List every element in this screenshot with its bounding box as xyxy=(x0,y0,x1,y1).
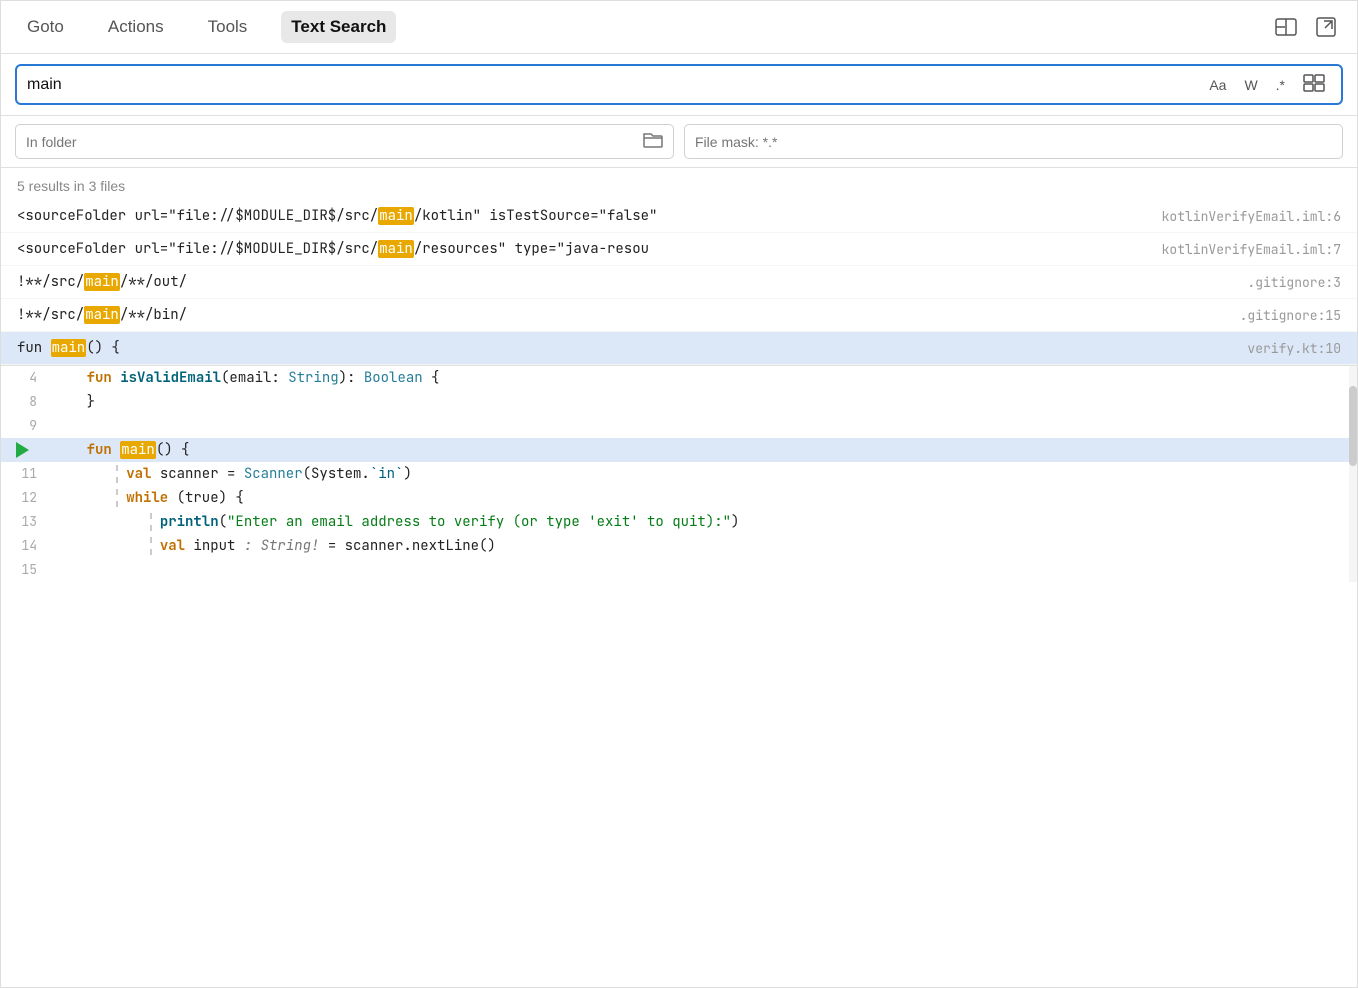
line-number: 4 xyxy=(1,369,53,386)
line-content: fun isValidEmail(email: String): Boolean… xyxy=(53,369,1357,387)
result-file: .gitignore:3 xyxy=(1247,274,1341,291)
code-line-4: 4 fun isValidEmail(email: String): Boole… xyxy=(1,366,1357,390)
search-input[interactable] xyxy=(27,76,1195,94)
code-line-15: 15 xyxy=(1,558,1357,582)
popout-icon[interactable] xyxy=(1311,12,1341,42)
actions-menu[interactable]: Actions xyxy=(98,11,174,43)
result-text: <sourceFolder url="file://$MODULE_DIR$/s… xyxy=(17,240,1146,258)
file-mask-wrapper xyxy=(684,124,1343,159)
result-row[interactable]: <sourceFolder url="file://$MODULE_DIR$/s… xyxy=(1,200,1357,233)
line-number xyxy=(1,441,53,458)
scrollbar-track[interactable] xyxy=(1349,366,1357,582)
results-count-label: 5 results in 3 files xyxy=(17,178,125,194)
folder-input[interactable] xyxy=(26,134,635,150)
top-bar: Goto Actions Tools Text Search xyxy=(1,1,1357,54)
line-content xyxy=(53,417,1357,435)
folder-filter-wrapper xyxy=(15,124,674,159)
result-file: kotlinVerifyEmail.iml:7 xyxy=(1162,241,1341,258)
top-bar-actions xyxy=(1271,12,1341,42)
search-options: Aa W .* xyxy=(1203,72,1331,97)
line-content: val input : String! = scanner.nextLine() xyxy=(53,537,1357,555)
line-content: fun main() { xyxy=(53,441,1357,459)
line-number: 12 xyxy=(1,489,53,506)
results-summary: 5 results in 3 files xyxy=(1,168,1357,200)
line-number: 14 xyxy=(1,537,53,554)
result-row[interactable]: <sourceFolder url="file://$MODULE_DIR$/s… xyxy=(1,233,1357,266)
result-file: verify.kt:10 xyxy=(1247,340,1341,357)
results-list: <sourceFolder url="file://$MODULE_DIR$/s… xyxy=(1,200,1357,365)
result-file: kotlinVerifyEmail.iml:6 xyxy=(1162,208,1341,225)
text-search-tab[interactable]: Text Search xyxy=(281,11,396,43)
scrollbar-thumb[interactable] xyxy=(1349,386,1357,466)
regex-toggle[interactable]: .* xyxy=(1270,75,1291,95)
line-number: 9 xyxy=(1,417,53,434)
result-text: fun main() { xyxy=(17,339,1231,357)
whole-word-toggle[interactable]: W xyxy=(1238,75,1263,95)
code-preview: 4 fun isValidEmail(email: String): Boole… xyxy=(1,365,1357,582)
line-content: println("Enter an email address to verif… xyxy=(53,513,1357,531)
code-line-10: fun main() { xyxy=(1,438,1357,462)
result-text: !**/src/main/**/bin/ xyxy=(17,306,1224,324)
result-row[interactable]: !**/src/main/**/out/ .gitignore:3 xyxy=(1,266,1357,299)
result-row-selected[interactable]: fun main() { verify.kt:10 xyxy=(1,332,1357,365)
filter-row xyxy=(1,116,1357,168)
structural-search-toggle[interactable] xyxy=(1297,72,1331,97)
search-input-wrapper: Aa W .* xyxy=(15,64,1343,105)
run-icon[interactable] xyxy=(16,442,29,458)
result-file: .gitignore:15 xyxy=(1240,307,1341,324)
split-window-icon[interactable] xyxy=(1271,12,1301,42)
line-content: while (true) { xyxy=(53,489,1357,507)
result-text: !**/src/main/**/out/ xyxy=(17,273,1231,291)
tools-menu[interactable]: Tools xyxy=(198,11,258,43)
result-text: <sourceFolder url="file://$MODULE_DIR$/s… xyxy=(17,207,1146,225)
code-line-13: 13 println("Enter an email address to ve… xyxy=(1,510,1357,534)
line-content: val scanner = Scanner(System.`in`) xyxy=(53,465,1357,483)
code-line-12: 12 while (true) { xyxy=(1,486,1357,510)
file-mask-input[interactable] xyxy=(695,134,1332,150)
goto-menu[interactable]: Goto xyxy=(17,11,74,43)
folder-browse-icon[interactable] xyxy=(643,130,663,153)
line-number: 13 xyxy=(1,513,53,530)
code-line-14: 14 val input : String! = scanner.nextLin… xyxy=(1,534,1357,558)
case-sensitive-toggle[interactable]: Aa xyxy=(1203,75,1232,95)
line-number: 11 xyxy=(1,465,53,482)
code-line-9: 9 xyxy=(1,414,1357,438)
code-line-8: 8 } xyxy=(1,390,1357,414)
line-number: 8 xyxy=(1,393,53,410)
line-content xyxy=(53,561,1357,579)
line-number: 15 xyxy=(1,561,53,578)
code-line-11: 11 val scanner = Scanner(System.`in`) xyxy=(1,462,1357,486)
result-row[interactable]: !**/src/main/**/bin/ .gitignore:15 xyxy=(1,299,1357,332)
line-content: } xyxy=(53,393,1357,411)
search-row: Aa W .* xyxy=(1,54,1357,116)
